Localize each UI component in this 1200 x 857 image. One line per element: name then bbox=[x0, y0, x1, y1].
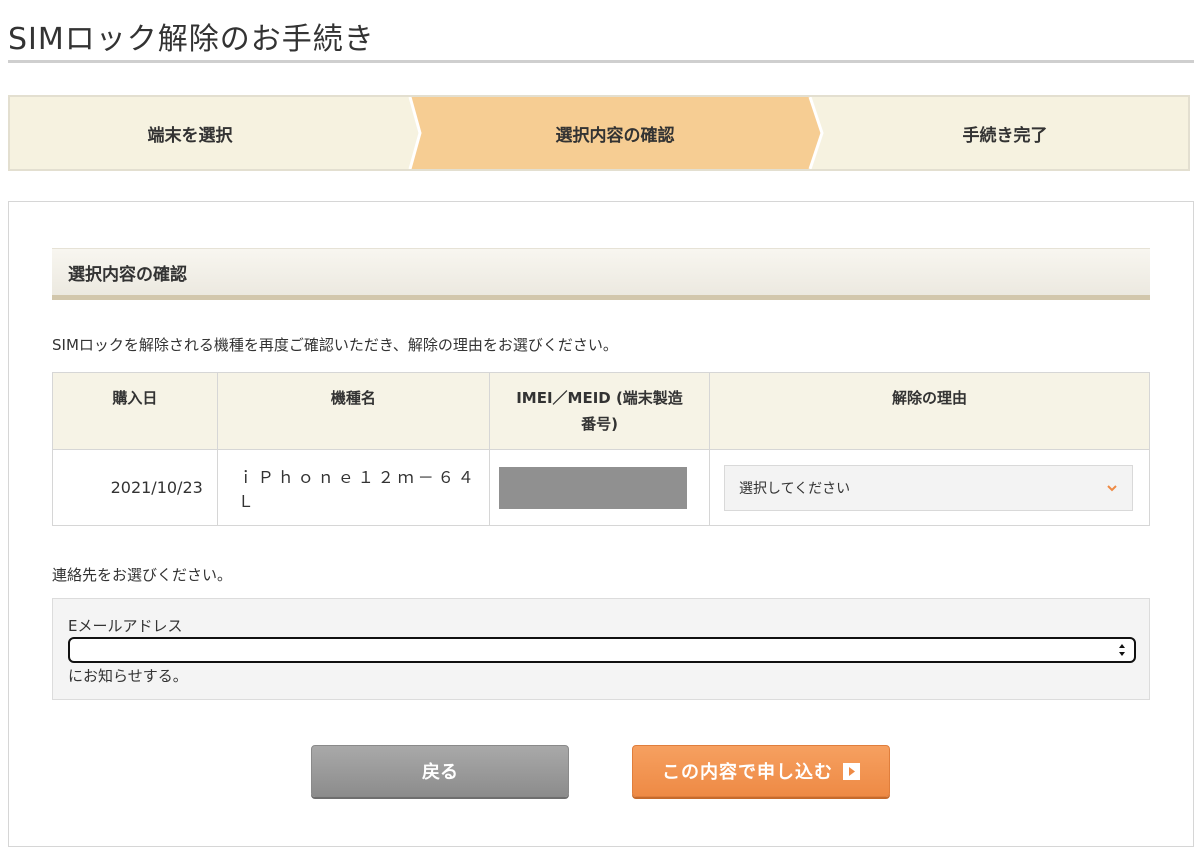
header-purchase-date: 購入日 bbox=[52, 372, 218, 450]
step-label: 手続き完了 bbox=[962, 125, 1048, 146]
intro-text: SIMロックを解除される機種を再度ご確認いただき、解除の理由をお選びください。 bbox=[52, 336, 618, 354]
back-button-label: 戻る bbox=[422, 762, 458, 783]
reason-cell: 選択してください bbox=[708, 449, 1151, 526]
imei-redacted-block bbox=[499, 466, 688, 509]
section-title: 選択内容の確認 bbox=[68, 264, 187, 285]
back-button[interactable]: 戻る bbox=[311, 745, 569, 797]
header-imei-line1: IMEI／MEID (端末製造 bbox=[516, 389, 683, 407]
reason-select-value: 選択してください bbox=[738, 480, 851, 497]
contact-prompt: 連絡先をお選びください。 bbox=[52, 566, 233, 584]
step-label: 選択内容の確認 bbox=[555, 125, 675, 146]
progress-stepper: 端末を選択 選択内容の確認 手続き完了 bbox=[8, 95, 1190, 171]
contact-label: Eメールアドレス bbox=[68, 617, 183, 635]
reason-select[interactable]: 選択してください bbox=[723, 464, 1133, 511]
submit-button[interactable]: この内容で申し込む bbox=[632, 745, 890, 797]
step-complete: 手続き完了 bbox=[820, 97, 1188, 169]
play-arrow-icon bbox=[843, 762, 860, 780]
submit-button-label: この内容で申し込む bbox=[662, 762, 833, 783]
contact-suffix: にお知らせする。 bbox=[68, 667, 188, 685]
device-table: 購入日 機種名 IMEI／MEID (端末製造 番号) 解除の理由 2021/1… bbox=[52, 372, 1151, 526]
section-header: 選択内容の確認 bbox=[52, 248, 1150, 300]
contact-box: Eメールアドレス にお知らせする。 bbox=[52, 598, 1150, 700]
header-reason: 解除の理由 bbox=[708, 372, 1151, 450]
header-imei: IMEI／MEID (端末製造 番号) bbox=[489, 372, 710, 450]
contact-select[interactable] bbox=[68, 637, 1136, 663]
header-imei-line2: 番号) bbox=[581, 415, 618, 433]
confirmation-panel: 選択内容の確認 SIMロックを解除される機種を再度ご確認いただき、解除の理由をお… bbox=[8, 201, 1194, 847]
step-select-device: 端末を選択 bbox=[10, 97, 410, 169]
model-cell: ｉＰｈｏｎｅ１２ｍ－６４Ｌ bbox=[216, 449, 491, 526]
updown-arrows-icon bbox=[1119, 644, 1125, 656]
imei-cell bbox=[489, 449, 710, 526]
table-row: 2021/10/23 ｉＰｈｏｎｅ１２ｍ－６４Ｌ 選択してください bbox=[52, 449, 1151, 526]
title-divider bbox=[8, 60, 1194, 63]
step-confirm-selection: 選択内容の確認 bbox=[410, 97, 820, 169]
chevron-down-icon bbox=[1107, 484, 1117, 491]
table-header-row: 購入日 機種名 IMEI／MEID (端末製造 番号) 解除の理由 bbox=[52, 372, 1151, 450]
purchase-date-cell: 2021/10/23 bbox=[52, 449, 218, 526]
step-label: 端末を選択 bbox=[147, 125, 233, 146]
page-title: SIMロック解除のお手続き bbox=[8, 22, 375, 57]
header-model: 機種名 bbox=[216, 372, 491, 450]
